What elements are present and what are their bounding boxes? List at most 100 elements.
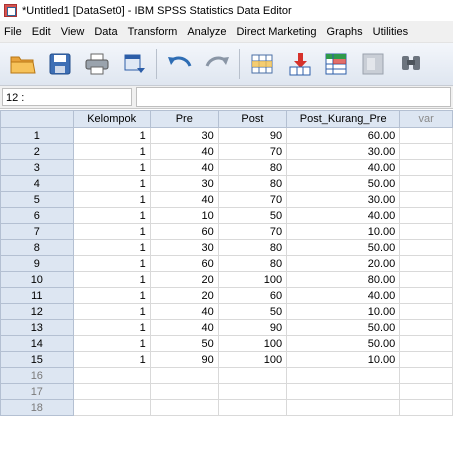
cell-pre[interactable]: 30 xyxy=(149,175,219,192)
menu-data[interactable]: Data xyxy=(89,26,122,38)
go-to-case-icon[interactable] xyxy=(249,50,277,78)
cell-pre[interactable]: 40 xyxy=(149,159,219,176)
column-header-post[interactable]: Post xyxy=(217,110,288,128)
cell-var[interactable] xyxy=(399,303,453,320)
menu-file[interactable]: File xyxy=(0,26,27,38)
cell-var[interactable] xyxy=(399,287,453,304)
cell-var[interactable] xyxy=(399,271,453,288)
row-number-cell[interactable]: 16 xyxy=(0,367,74,384)
cell-post[interactable]: 100 xyxy=(217,271,288,288)
row-number-cell[interactable]: 1 xyxy=(0,127,74,144)
cell-var[interactable] xyxy=(399,127,453,144)
open-folder-icon[interactable] xyxy=(9,50,37,78)
menu-graphs[interactable]: Graphs xyxy=(322,26,368,38)
cell-pre[interactable]: 40 xyxy=(149,319,219,336)
empty-cell[interactable] xyxy=(399,367,453,384)
cell-var[interactable] xyxy=(399,239,453,256)
cell-var[interactable] xyxy=(399,351,453,368)
empty-cell[interactable] xyxy=(72,383,151,400)
cell-pre[interactable]: 10 xyxy=(149,207,219,224)
row-number-cell[interactable]: 14 xyxy=(0,335,74,352)
variables-icon[interactable] xyxy=(323,50,351,78)
cell-kelompok[interactable]: 1 xyxy=(72,255,151,272)
cell-var[interactable] xyxy=(399,207,453,224)
cell-post-kurang-pre[interactable]: 30.00 xyxy=(286,191,401,208)
cell-pre[interactable]: 40 xyxy=(149,303,219,320)
row-number-cell[interactable]: 18 xyxy=(0,399,74,416)
cell-kelompok[interactable]: 1 xyxy=(72,175,151,192)
cell-post-kurang-pre[interactable]: 10.00 xyxy=(286,351,401,368)
cell-reference-field[interactable]: 12 : xyxy=(2,88,132,106)
cell-var[interactable] xyxy=(399,319,453,336)
empty-cell[interactable] xyxy=(399,383,453,400)
column-header-var[interactable]: var xyxy=(399,110,453,128)
cell-pre[interactable]: 30 xyxy=(149,239,219,256)
dialog-recall-icon[interactable] xyxy=(120,50,148,78)
cell-pre[interactable]: 60 xyxy=(149,223,219,240)
cell-pre[interactable]: 40 xyxy=(149,191,219,208)
cell-kelompok[interactable]: 1 xyxy=(72,351,151,368)
cell-post[interactable]: 70 xyxy=(217,143,288,160)
cell-kelompok[interactable]: 1 xyxy=(72,127,151,144)
cell-pre[interactable]: 60 xyxy=(149,255,219,272)
empty-cell[interactable] xyxy=(72,399,151,416)
cell-value-field[interactable] xyxy=(136,87,451,107)
cell-post[interactable]: 90 xyxy=(217,127,288,144)
cell-var[interactable] xyxy=(399,223,453,240)
row-number-cell[interactable]: 12 xyxy=(0,303,74,320)
row-number-cell[interactable]: 3 xyxy=(0,159,74,176)
run-descriptive-icon[interactable] xyxy=(360,50,388,78)
row-number-cell[interactable]: 5 xyxy=(0,191,74,208)
cell-post-kurang-pre[interactable]: 80.00 xyxy=(286,271,401,288)
empty-cell[interactable] xyxy=(217,399,288,416)
print-icon[interactable] xyxy=(83,50,111,78)
column-header-post-kurang-pre[interactable]: Post_Kurang_Pre xyxy=(286,110,401,128)
empty-cell[interactable] xyxy=(286,399,401,416)
go-to-variable-icon[interactable] xyxy=(286,50,314,78)
cell-post-kurang-pre[interactable]: 40.00 xyxy=(286,207,401,224)
cell-var[interactable] xyxy=(399,175,453,192)
cell-kelompok[interactable]: 1 xyxy=(72,143,151,160)
menu-view[interactable]: View xyxy=(56,26,90,38)
menu-direct-marketing[interactable]: Direct Marketing xyxy=(231,26,321,38)
cell-post-kurang-pre[interactable]: 50.00 xyxy=(286,175,401,192)
row-number-cell[interactable]: 15 xyxy=(0,351,74,368)
cell-pre[interactable]: 90 xyxy=(149,351,219,368)
row-number-cell[interactable]: 13 xyxy=(0,319,74,336)
empty-cell[interactable] xyxy=(217,383,288,400)
row-number-cell[interactable]: 9 xyxy=(0,255,74,272)
cell-kelompok[interactable]: 1 xyxy=(72,271,151,288)
cell-kelompok[interactable]: 1 xyxy=(72,239,151,256)
empty-cell[interactable] xyxy=(149,399,219,416)
menu-analyze[interactable]: Analyze xyxy=(182,26,231,38)
undo-icon[interactable] xyxy=(166,50,194,78)
cell-var[interactable] xyxy=(399,159,453,176)
empty-cell[interactable] xyxy=(149,383,219,400)
row-number-cell[interactable]: 17 xyxy=(0,383,74,400)
menu-edit[interactable]: Edit xyxy=(27,26,56,38)
column-header-kelompok[interactable]: Kelompok xyxy=(72,110,151,128)
find-icon[interactable] xyxy=(397,50,425,78)
row-number-cell[interactable]: 6 xyxy=(0,207,74,224)
row-number-cell[interactable]: 2 xyxy=(0,143,74,160)
cell-post[interactable]: 70 xyxy=(217,191,288,208)
cell-pre[interactable]: 50 xyxy=(149,335,219,352)
cell-post-kurang-pre[interactable]: 50.00 xyxy=(286,335,401,352)
cell-post-kurang-pre[interactable]: 40.00 xyxy=(286,159,401,176)
column-header-pre[interactable]: Pre xyxy=(149,110,219,128)
row-number-cell[interactable]: 10 xyxy=(0,271,74,288)
cell-post-kurang-pre[interactable]: 10.00 xyxy=(286,223,401,240)
row-number-cell[interactable]: 4 xyxy=(0,175,74,192)
cell-post-kurang-pre[interactable]: 50.00 xyxy=(286,319,401,336)
cell-pre[interactable]: 20 xyxy=(149,271,219,288)
cell-post[interactable]: 80 xyxy=(217,239,288,256)
redo-icon[interactable] xyxy=(203,50,231,78)
cell-post[interactable]: 100 xyxy=(217,335,288,352)
cell-kelompok[interactable]: 1 xyxy=(72,223,151,240)
cell-kelompok[interactable]: 1 xyxy=(72,287,151,304)
cell-kelompok[interactable]: 1 xyxy=(72,319,151,336)
empty-cell[interactable] xyxy=(72,367,151,384)
grid-corner[interactable] xyxy=(0,110,74,128)
cell-post[interactable]: 80 xyxy=(217,175,288,192)
cell-kelompok[interactable]: 1 xyxy=(72,159,151,176)
